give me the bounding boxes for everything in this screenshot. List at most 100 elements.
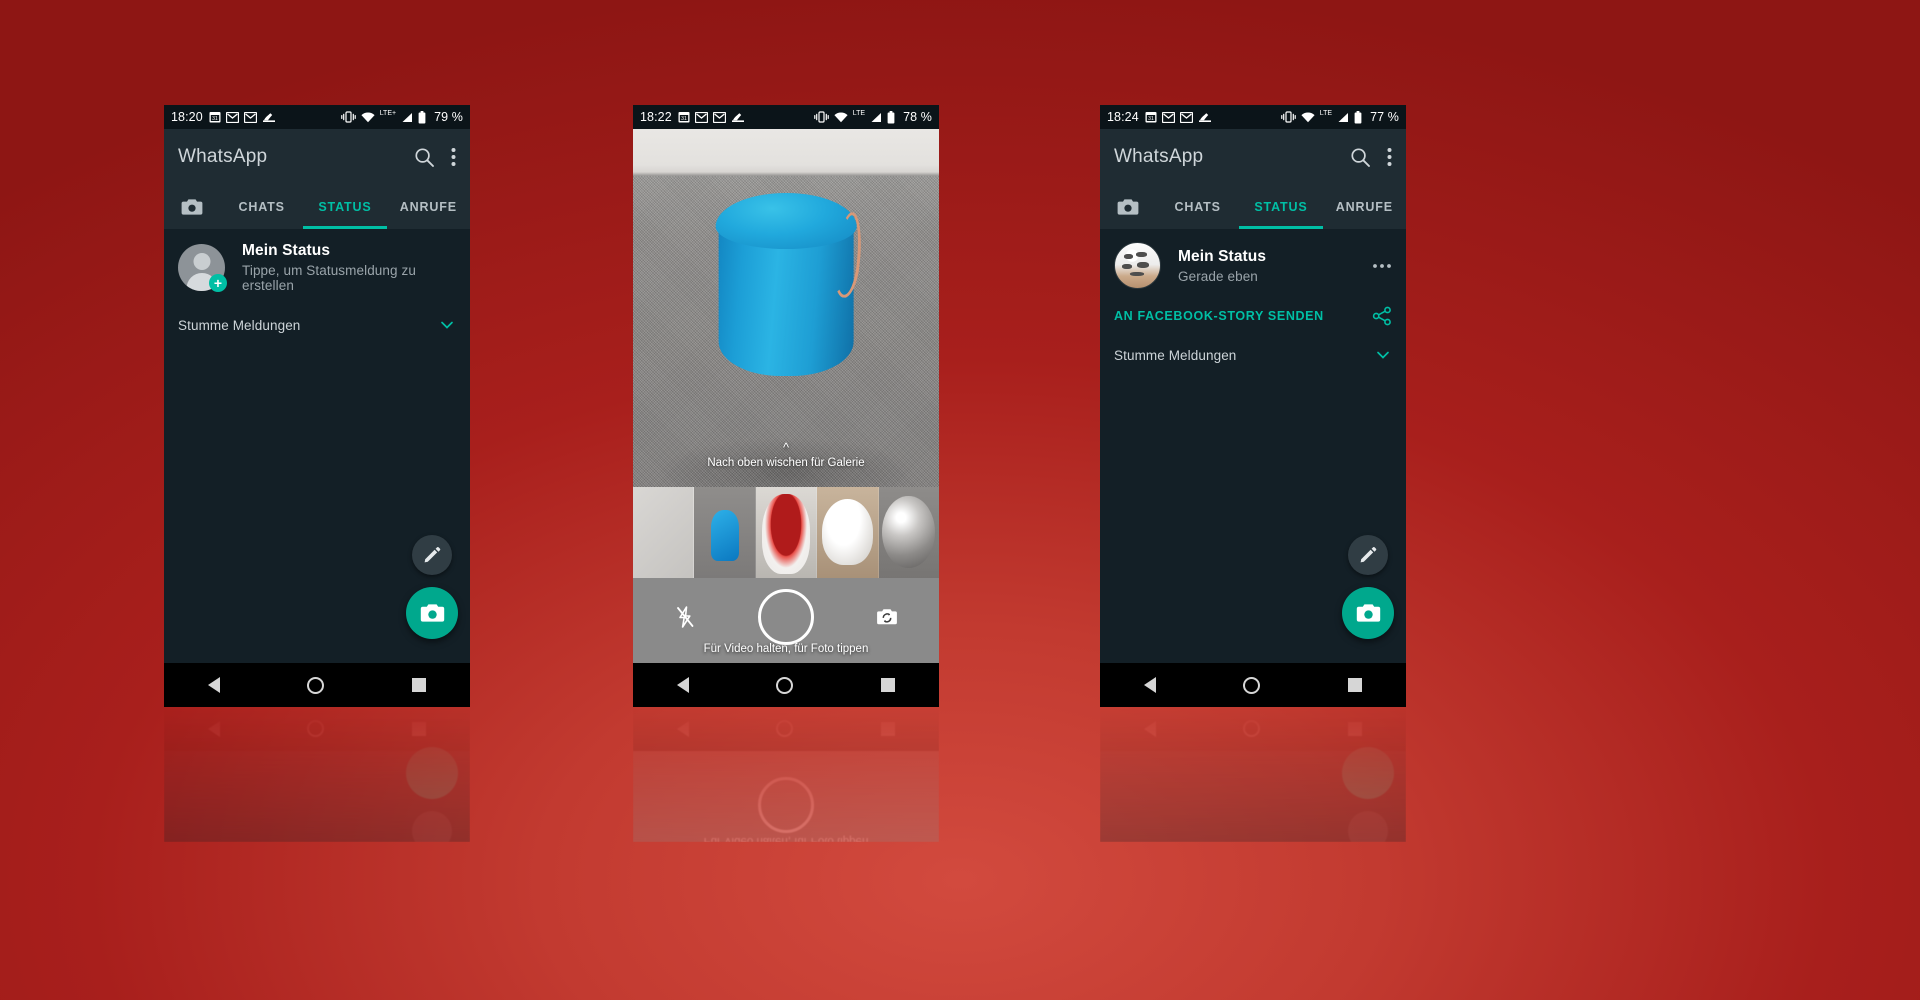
camera-icon xyxy=(1356,603,1381,624)
signal-icon xyxy=(401,112,413,123)
android-navigation-bar xyxy=(164,663,470,707)
gallery-thumbnail[interactable] xyxy=(755,486,818,578)
camera-icon xyxy=(181,198,203,216)
facebook-story-row[interactable]: AN FACEBOOK-STORY SENDEN xyxy=(1100,302,1406,336)
muted-updates-row[interactable]: Stumme Meldungen xyxy=(1100,336,1406,374)
search-icon[interactable] xyxy=(414,147,435,168)
reflection-content xyxy=(1100,707,1406,842)
recents-icon[interactable] xyxy=(412,678,427,692)
tab-chats[interactable]: CHATS xyxy=(220,185,303,229)
tab-chats[interactable]: CHATS xyxy=(1156,185,1239,229)
gallery-thumbnail[interactable] xyxy=(817,486,879,578)
my-status-row[interactable]: + Mein Status Tippe, um Statusmeldung zu… xyxy=(164,229,470,306)
vibrate-icon xyxy=(813,111,829,123)
status-bar-left-icons: 31 xyxy=(678,111,745,123)
tab-status[interactable]: STATUS xyxy=(303,185,386,229)
tab-anrufe[interactable]: ANRUFE xyxy=(1323,185,1406,229)
avatar[interactable]: + xyxy=(178,244,227,292)
overflow-menu-icon[interactable] xyxy=(451,147,456,167)
phone-1-reflection xyxy=(164,707,470,842)
blue-stool-subject xyxy=(715,193,865,379)
chevron-down-icon[interactable] xyxy=(438,316,456,334)
wifi-icon xyxy=(834,111,848,123)
gallery-thumbnail[interactable] xyxy=(633,486,695,578)
phone-3-reflection xyxy=(1100,707,1406,842)
recents-icon[interactable] xyxy=(881,678,896,692)
camera-icon xyxy=(1117,198,1139,216)
tab-camera[interactable] xyxy=(164,185,220,229)
network-type-label: LTE xyxy=(852,109,866,117)
gmail-icon xyxy=(1179,111,1193,123)
back-icon[interactable] xyxy=(1143,677,1156,693)
tab-anrufe[interactable]: ANRUFE xyxy=(387,185,470,229)
tab-chats-label: CHATS xyxy=(1174,200,1221,214)
wifi-icon xyxy=(1301,111,1315,123)
app-bar: WhatsApp xyxy=(1100,129,1406,185)
share-icon[interactable] xyxy=(1372,306,1392,326)
tab-chats-label: CHATS xyxy=(238,200,285,214)
shoe-icon xyxy=(1198,112,1212,123)
shoe-icon xyxy=(262,112,276,123)
status-bar-time: 18:20 xyxy=(171,110,203,124)
status-bar-right-icons: LTE 78 % xyxy=(813,109,932,124)
tab-camera[interactable] xyxy=(1100,185,1156,229)
my-status-row[interactable]: Mein Status Gerade eben xyxy=(1100,229,1406,302)
open-camera-button[interactable] xyxy=(1342,587,1394,639)
battery-percentage: 77 % xyxy=(1370,110,1399,124)
gmail-icon xyxy=(243,111,257,123)
camera-icon xyxy=(420,603,445,624)
vibrate-icon xyxy=(340,111,356,123)
tab-status-label: STATUS xyxy=(318,200,372,214)
gallery-thumbnail[interactable] xyxy=(878,486,939,578)
more-horizontal-icon[interactable] xyxy=(1372,263,1392,269)
android-navigation-bar xyxy=(1100,663,1406,707)
flip-camera-icon[interactable] xyxy=(876,607,897,626)
vibrate-icon xyxy=(1280,111,1296,123)
gallery-thumbnail-strip[interactable] xyxy=(633,486,939,578)
chevron-up-icon[interactable]: ^ xyxy=(783,441,789,454)
tab-status[interactable]: STATUS xyxy=(1239,185,1322,229)
calendar-icon: 31 xyxy=(678,111,690,123)
gallery-swipe-hint: Nach oben wischen für Galerie xyxy=(707,456,865,469)
back-icon[interactable] xyxy=(207,677,220,693)
camera-viewfinder[interactable]: ^ Nach oben wischen für Galerie Für Vide… xyxy=(633,129,939,663)
status-bar: 18:22 31 LTE 78 % xyxy=(633,105,939,129)
phone-screenshot-status-posted: 18:24 31 LTE 77 % WhatsApp CHATS STATUS … xyxy=(1100,105,1406,707)
status-bar-left-icons: 31 xyxy=(1145,111,1212,123)
app-bar: WhatsApp xyxy=(164,129,470,185)
gmail-icon xyxy=(694,111,708,123)
gmail-icon xyxy=(1161,111,1175,123)
gallery-thumbnail[interactable] xyxy=(694,486,756,578)
battery-icon xyxy=(1354,110,1362,124)
home-icon xyxy=(1243,720,1261,738)
tab-bar: CHATS STATUS ANRUFE xyxy=(1100,185,1406,229)
my-status-subtitle: Tippe, um Statusmeldung zu erstellen xyxy=(242,263,416,293)
back-icon xyxy=(1143,721,1156,737)
back-icon[interactable] xyxy=(676,677,689,693)
status-list: Mein Status Gerade eben AN FACEBOOK-STOR… xyxy=(1100,229,1406,663)
pencil-icon xyxy=(423,546,441,564)
home-icon[interactable] xyxy=(307,676,325,694)
flash-off-icon[interactable] xyxy=(675,606,695,628)
battery-percentage: 78 % xyxy=(903,110,932,124)
status-bar-time: 18:24 xyxy=(1107,110,1139,124)
muted-updates-row[interactable]: Stumme Meldungen xyxy=(164,306,470,344)
compose-text-status-button[interactable] xyxy=(1348,535,1388,575)
home-icon[interactable] xyxy=(1243,676,1261,694)
recents-icon[interactable] xyxy=(1348,678,1363,692)
add-status-badge[interactable]: + xyxy=(209,274,227,292)
chevron-down-icon[interactable] xyxy=(1374,346,1392,364)
tab-anrufe-label: ANRUFE xyxy=(399,200,457,214)
shutter-button[interactable] xyxy=(758,588,814,645)
wifi-icon xyxy=(361,111,375,123)
search-icon[interactable] xyxy=(1350,147,1371,168)
compose-text-status-button[interactable] xyxy=(412,535,452,575)
overflow-menu-icon[interactable] xyxy=(1387,147,1392,167)
home-icon[interactable] xyxy=(776,676,794,694)
tab-bar: CHATS STATUS ANRUFE xyxy=(164,185,470,229)
pencil-icon xyxy=(1359,546,1377,564)
open-camera-button[interactable] xyxy=(406,587,458,639)
my-status-title: Mein Status xyxy=(242,242,331,259)
svg-text:31: 31 xyxy=(681,116,687,122)
white-helmet-photo-avatar[interactable] xyxy=(1114,242,1161,289)
